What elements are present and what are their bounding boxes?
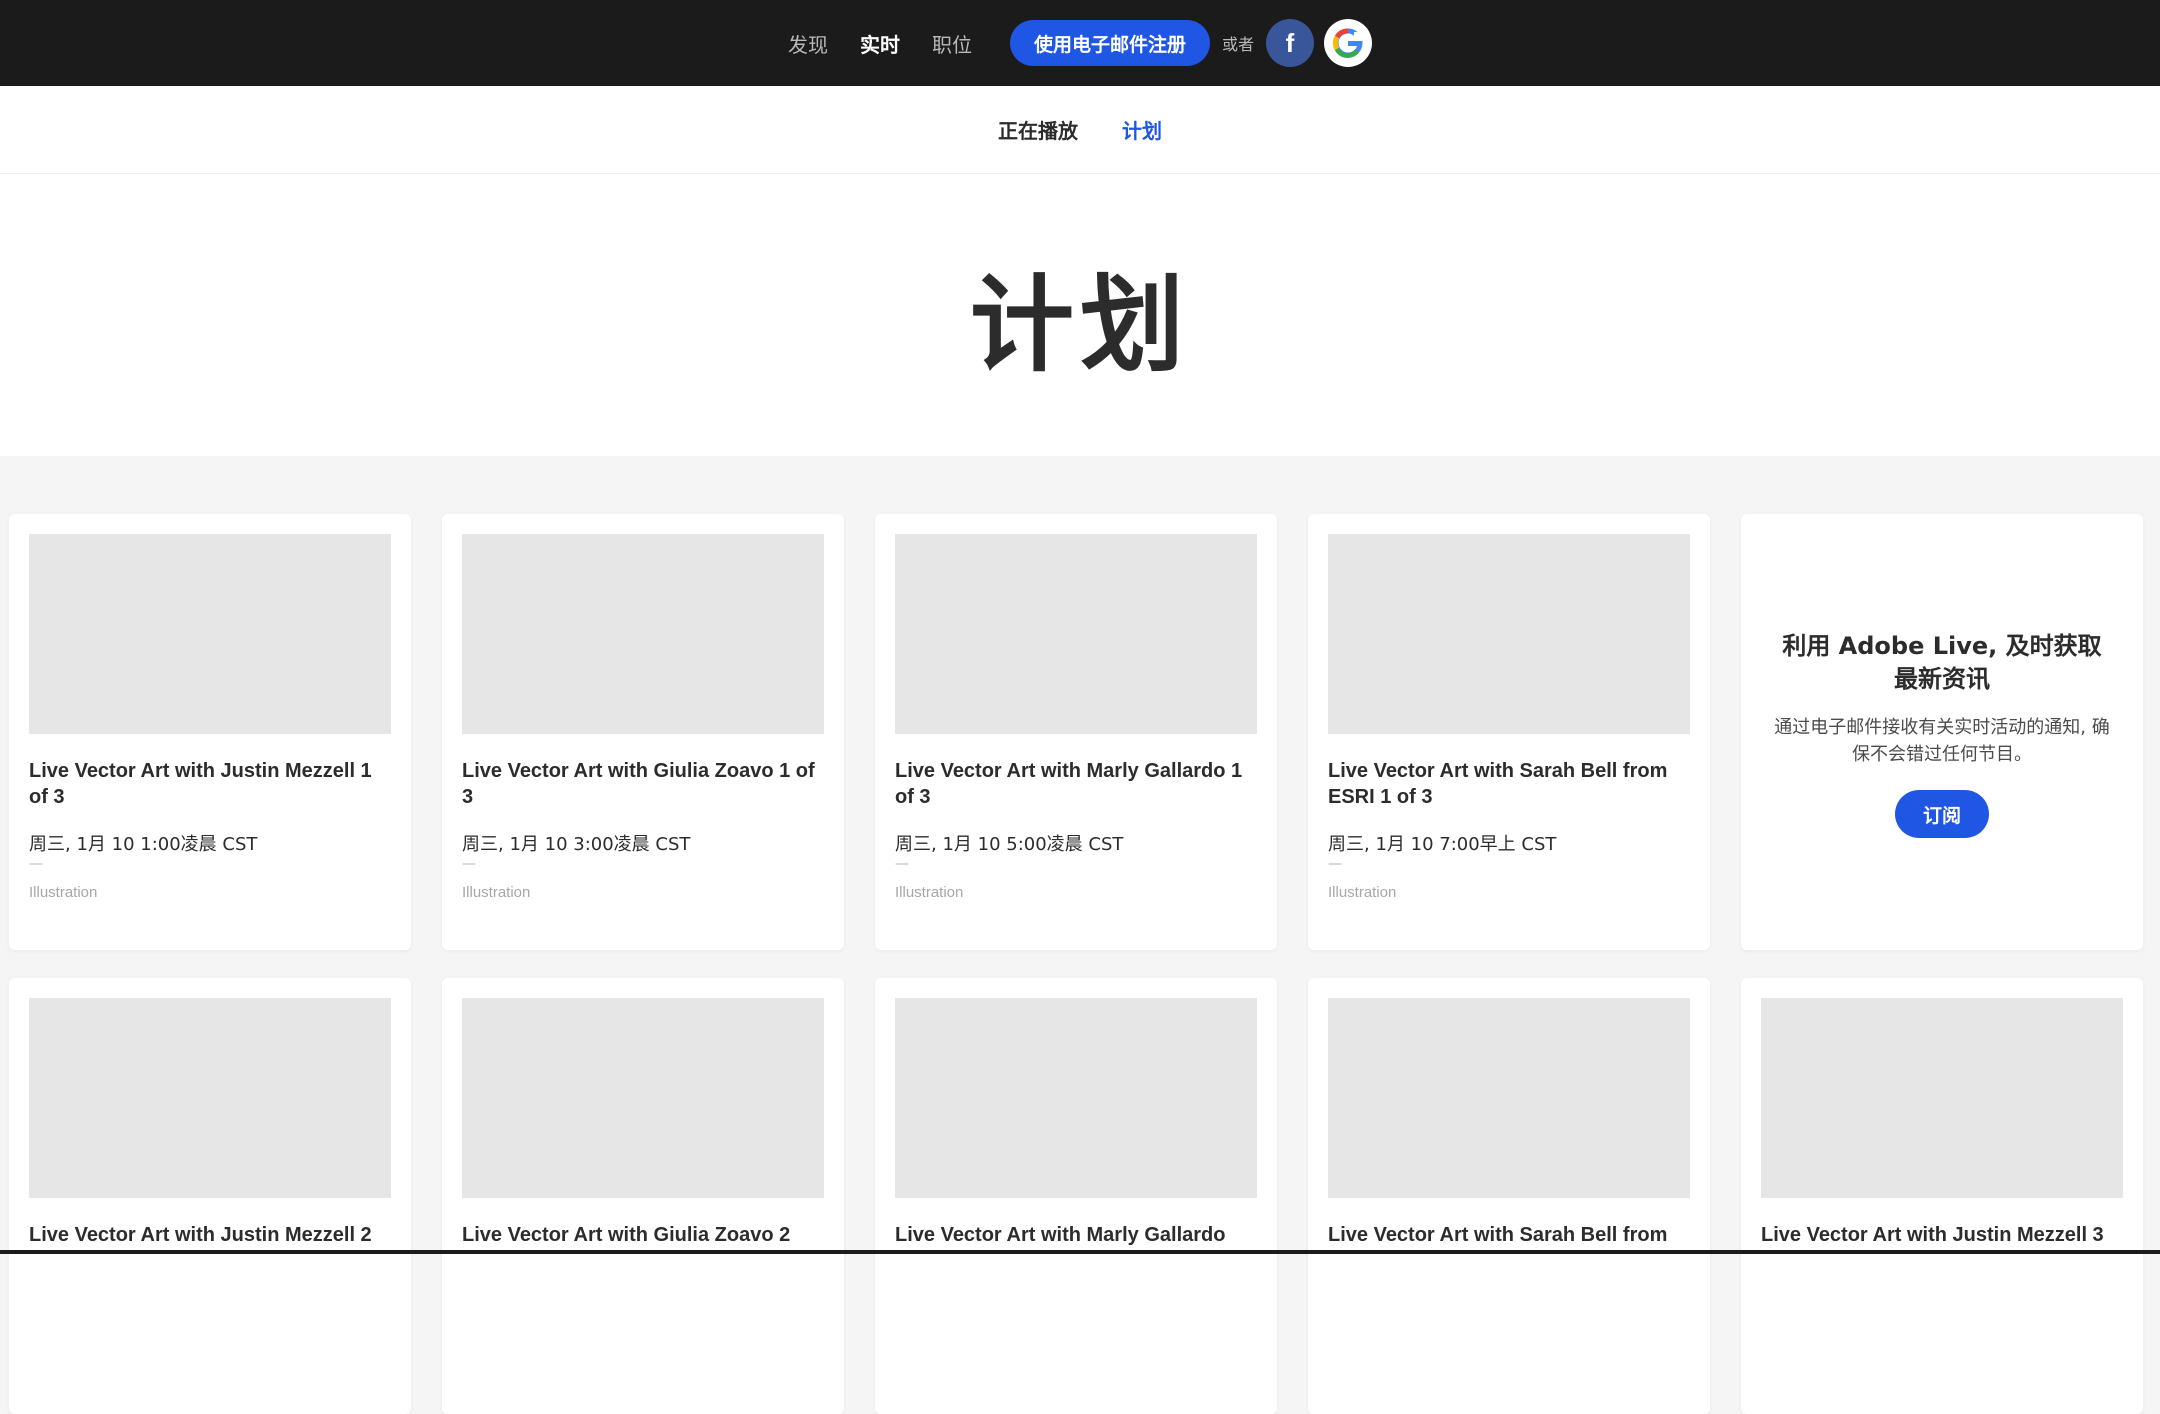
google-icon (1332, 28, 1363, 58)
event-card[interactable]: Live Vector Art with Sarah Bell from ESR… (1308, 514, 1710, 950)
nav-discover[interactable]: 发现 (788, 29, 828, 58)
event-card[interactable]: Live Vector Art with Marly Gallardo 1 of… (875, 514, 1277, 950)
signup-email-button[interactable]: 使用电子邮件注册 (1009, 20, 1210, 66)
top-nav-bar: 发现 实时 职位 使用电子邮件注册 或者 f (0, 0, 2160, 86)
google-login-button[interactable] (1324, 19, 1373, 67)
event-thumbnail (462, 534, 824, 734)
subscribe-button[interactable]: 订阅 (1895, 790, 1989, 838)
event-card[interactable]: Live Vector Art with Marly Gallardo (875, 978, 1277, 1414)
facebook-icon: f (1286, 28, 1295, 58)
event-category: Illustration (462, 884, 531, 901)
or-label: 或者 (1222, 35, 1255, 54)
event-thumbnail (895, 534, 1257, 734)
sub-tabs: 正在播放 计划 (0, 86, 2160, 174)
event-date: 周三, 1月 10 1:00凌晨 CST (29, 834, 258, 855)
event-category: Illustration (895, 884, 964, 901)
event-title: Live Vector Art with Sarah Bell from (1328, 1224, 1668, 1246)
event-card[interactable]: Live Vector Art with Giulia Zoavo 1 of 3… (442, 514, 844, 950)
event-divider: — (462, 856, 476, 872)
event-card[interactable]: Live Vector Art with Giulia Zoavo 2 (442, 978, 844, 1414)
event-title: Live Vector Art with Justin Mezzell 2 (29, 1224, 372, 1246)
event-divider: — (1328, 856, 1342, 872)
event-thumbnail (1761, 998, 2123, 1198)
event-title: Live Vector Art with Giulia Zoavo 2 (462, 1224, 791, 1246)
event-title: Live Vector Art with Justin Mezzell 1 of… (29, 760, 372, 808)
top-nav: 发现 实时 职位 使用电子邮件注册 或者 f (788, 19, 1373, 67)
nav-jobs[interactable]: 职位 (932, 29, 972, 58)
schedule-grid: Live Vector Art with Justin Mezzell 1 of… (0, 456, 2160, 1414)
event-date: 周三, 1月 10 5:00凌晨 CST (895, 834, 1124, 855)
tab-now-playing[interactable]: 正在播放 (998, 115, 1078, 144)
event-thumbnail (29, 534, 391, 734)
event-date: 周三, 1月 10 3:00凌晨 CST (462, 834, 691, 855)
event-divider: — (895, 856, 909, 872)
event-title: Live Vector Art with Justin Mezzell 3 (1761, 1224, 2104, 1246)
event-card[interactable]: Live Vector Art with Justin Mezzell 1 of… (9, 514, 411, 950)
event-card[interactable]: Live Vector Art with Justin Mezzell 2 (9, 978, 411, 1414)
promo-text: 通过电子邮件接收有关实时活动的通知, 确保不会错过任何节目。 (1774, 717, 2110, 765)
facebook-login-button[interactable]: f (1266, 19, 1315, 67)
hero: 计划 (0, 174, 2160, 456)
subscribe-promo-card: 利用 Adobe Live, 及时获取最新资讯 通过电子邮件接收有关实时活动的通… (1741, 514, 2143, 950)
event-card[interactable]: Live Vector Art with Sarah Bell from (1308, 978, 1710, 1414)
bottom-edge (0, 1250, 2160, 1254)
event-card[interactable]: Live Vector Art with Justin Mezzell 3 (1741, 978, 2143, 1414)
tab-schedule[interactable]: 计划 (1122, 115, 1162, 144)
event-title: Live Vector Art with Sarah Bell from ESR… (1328, 760, 1668, 808)
event-thumbnail (1328, 534, 1690, 734)
event-category: Illustration (1328, 884, 1397, 901)
page-title: 计划 (969, 263, 1190, 386)
event-thumbnail (1328, 998, 1690, 1198)
event-thumbnail (895, 998, 1257, 1198)
event-category: Illustration (29, 884, 98, 901)
event-divider: — (29, 856, 43, 872)
event-title: Live Vector Art with Marly Gallardo (895, 1224, 1226, 1246)
event-title: Live Vector Art with Marly Gallardo 1 of… (895, 760, 1243, 808)
event-thumbnail (462, 998, 824, 1198)
svg-text:f: f (1286, 28, 1295, 58)
event-thumbnail (29, 998, 391, 1198)
event-date: 周三, 1月 10 7:00早上 CST (1328, 834, 1557, 855)
event-title: Live Vector Art with Giulia Zoavo 1 of 3 (462, 760, 815, 808)
nav-live[interactable]: 实时 (860, 29, 900, 58)
promo-title: 利用 Adobe Live, 及时获取最新资讯 (1782, 632, 2102, 693)
